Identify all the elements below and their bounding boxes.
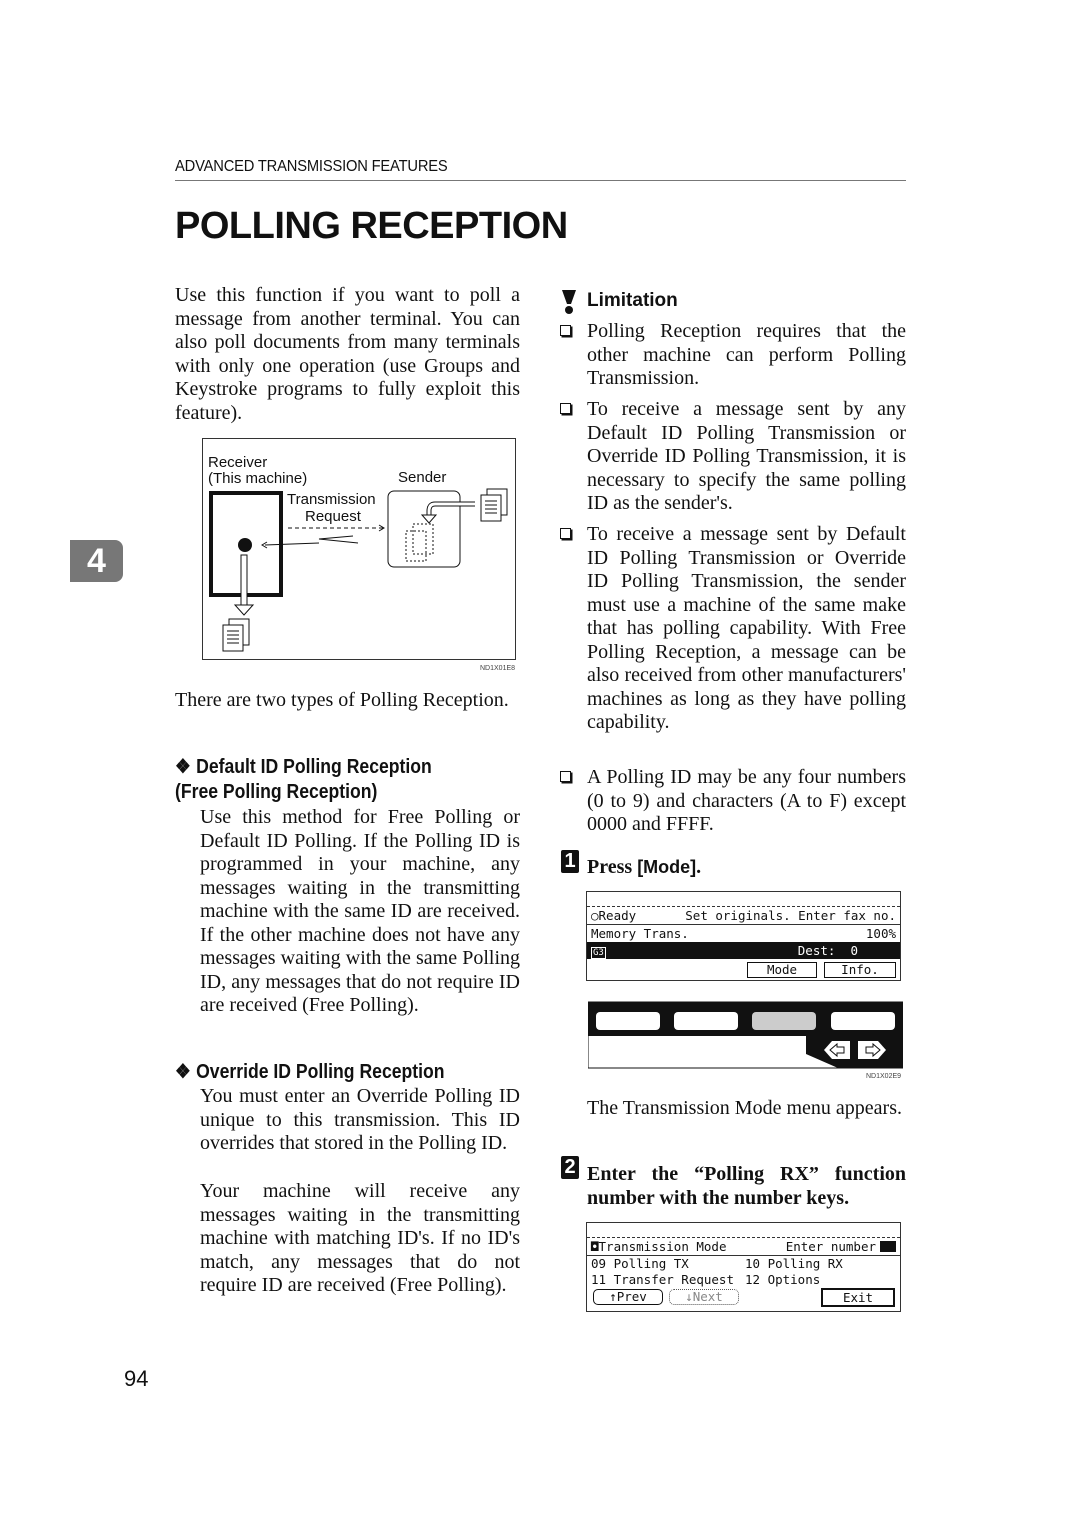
- input-cursor-icon: [880, 1241, 896, 1252]
- lcd-display-transmission-mode: ◘Transmission Mode Enter number 09 Pollin…: [586, 1222, 901, 1312]
- output-arrow-shaft: [240, 554, 248, 606]
- checkbox-bullet-icon: [560, 528, 571, 539]
- receiver-dot: [238, 538, 252, 552]
- diamond-bullet-icon: ❖: [175, 756, 191, 778]
- types-paragraph: There are two types of Polling Reception…: [175, 689, 509, 711]
- diamond-bullet-icon: ❖: [175, 1061, 191, 1083]
- lcd-title-row: ◘Transmission Mode Enter number: [587, 1237, 900, 1255]
- checkbox-bullet-icon: [560, 771, 571, 782]
- intro-paragraph: Use this function if you want to poll a …: [175, 284, 520, 424]
- control-panel: [587, 1000, 904, 1070]
- limitation-item: To receive a message sent by Default ID …: [558, 523, 906, 735]
- lcd-next-button[interactable]: ↓Next: [669, 1289, 739, 1305]
- step-1-result: The Transmission Mode menu appears.: [587, 1097, 902, 1119]
- page-title: POLLING RECEPTION: [175, 205, 568, 247]
- menu-item-10[interactable]: 10 Polling RX: [745, 1256, 843, 1272]
- section-body-override-id: You must enter an Override Polling ID un…: [200, 1085, 520, 1154]
- page-number: 94: [124, 1366, 149, 1391]
- received-doc-front: [222, 624, 244, 652]
- lcd-ready-row: ○Ready Set originals. Enter fax no.: [587, 906, 900, 924]
- output-arrow-head: [233, 604, 255, 616]
- limitation-item: To receive a message sent by any Default…: [558, 398, 906, 516]
- lcd-mode-button[interactable]: Mode: [747, 962, 817, 978]
- panel-key-4: [831, 1012, 895, 1030]
- section-body-override-id-2: Your machine will receive any messages w…: [200, 1180, 520, 1296]
- limitation-heading: Limitation: [587, 290, 678, 311]
- lcd-dest-row: G3 Dest: 0: [587, 942, 900, 959]
- step-number-badge: 1: [561, 850, 579, 873]
- lcd-prev-button[interactable]: ↑Prev: [593, 1289, 663, 1305]
- request-label-1: Transmission: [287, 491, 376, 508]
- section-heading-default-id: ❖ Default ID Polling Reception (Free Poll…: [175, 756, 432, 803]
- step-number-badge: 2: [561, 1156, 579, 1179]
- menu-icon: ◘: [591, 1239, 599, 1254]
- transmission-line: [264, 542, 320, 546]
- mode-key-label: [Mode]: [637, 857, 697, 877]
- menu-item-12[interactable]: 12 Options: [745, 1272, 820, 1288]
- panel-key-2: [674, 1012, 738, 1030]
- step-2: 2 Enter the “Polling RX” function number…: [561, 1156, 906, 1210]
- menu-item-09[interactable]: 09 Polling TX: [591, 1256, 689, 1271]
- chapter-tab: 4: [70, 540, 123, 582]
- request-label-2: Request: [305, 508, 361, 525]
- step-1: 1 Press [Mode].: [561, 850, 906, 879]
- limitation-item: A Polling ID may be any four numbers (0 …: [558, 766, 906, 837]
- panel-key-1: [596, 1012, 660, 1030]
- panel-key-mode-highlighted: [752, 1012, 816, 1030]
- transmission-zigzag: [318, 535, 359, 544]
- lcd-mode-row: Memory Trans. 100%: [587, 924, 900, 942]
- menu-item-11[interactable]: 11 Transfer Request: [591, 1272, 734, 1287]
- sender-label: Sender: [398, 469, 447, 486]
- receiver-label: Receiver: [208, 454, 268, 471]
- lcd-display-ready: ○Ready Set originals. Enter fax no. Memor…: [586, 891, 901, 981]
- section-heading-override-id: ❖ Override ID Polling Reception: [175, 1061, 445, 1083]
- limitation-item: Polling Reception requires that the othe…: [558, 320, 906, 391]
- polling-diagram: Receiver (This machine) Sender Transmiss…: [202, 438, 516, 660]
- control-panel-graphic: [587, 1001, 904, 1069]
- figure-code: ND1X01E8: [480, 665, 516, 672]
- panel-code: ND1X02E9: [866, 1073, 902, 1080]
- limitation-icon: [562, 290, 576, 314]
- header-rule: [175, 180, 906, 181]
- checkbox-bullet-icon: [560, 403, 571, 414]
- lcd-exit-button[interactable]: Exit: [821, 1288, 895, 1307]
- section-body-default-id: Use this method for Free Polling or Defa…: [200, 806, 520, 1016]
- g3-icon: G3: [591, 947, 606, 959]
- lcd-info-button[interactable]: Info.: [824, 962, 896, 978]
- sender-doc-front: [480, 494, 502, 522]
- running-head: ADVANCED TRANSMISSION FEATURES: [175, 158, 448, 175]
- checkbox-bullet-icon: [560, 325, 571, 336]
- receiver-sublabel: (This machine): [208, 470, 308, 487]
- ready-icon: ○: [591, 908, 599, 923]
